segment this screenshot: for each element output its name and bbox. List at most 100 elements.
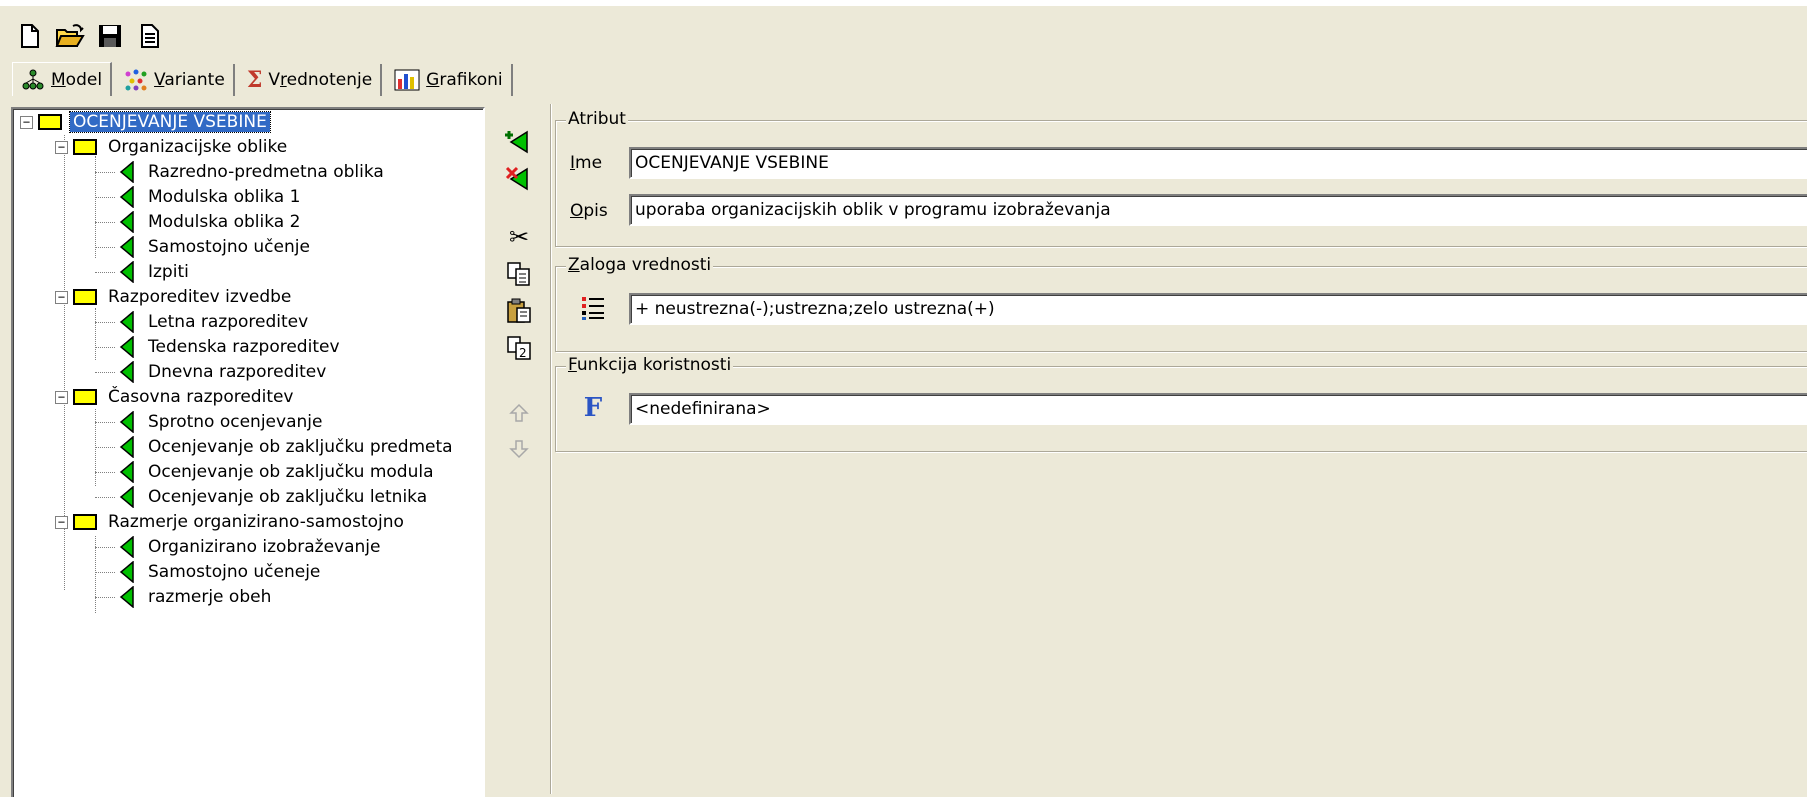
function-f-icon: F <box>583 393 603 423</box>
tree-group-label[interactable]: Razporeditev izvedbe <box>105 287 294 307</box>
tab-vrednotenje-label-b: ednotenje <box>286 70 373 90</box>
tab-variante[interactable]: Variante <box>116 64 235 96</box>
paste-button[interactable] <box>497 294 541 328</box>
window-top-edge <box>0 0 1807 6</box>
cut-icon: ✂ <box>508 223 530 251</box>
tree-leaf[interactable]: Ocenjevanje ob zaključku predmeta <box>95 434 456 460</box>
tree-leaf-label[interactable]: Ocenjevanje ob zaključku modula <box>145 462 437 482</box>
tree-leaf-label[interactable]: razmerje obeh <box>145 587 274 607</box>
green-triangle-icon <box>119 161 134 183</box>
paste-special-button[interactable]: 2 <box>497 331 541 365</box>
model-tree-icon <box>22 69 44 89</box>
tree-leaf[interactable]: Izpiti <box>95 259 192 285</box>
tree-leaf-label[interactable]: Tedenska razporeditev <box>145 337 343 357</box>
green-triangle-icon <box>119 311 134 333</box>
opis-field[interactable] <box>629 194 1807 226</box>
tab-vrednotenje-mnemonic: r <box>280 70 287 90</box>
tree-leaf[interactable]: Razredno-predmetna oblika <box>95 159 387 185</box>
tree-leaf[interactable]: Ocenjevanje ob zaključku modula <box>95 459 437 485</box>
green-triangle-icon <box>119 461 134 483</box>
tree-leaf-label[interactable]: Dnevna razporeditev <box>145 362 329 382</box>
tree-root[interactable]: − OCENJEVANJE VSEBINE <box>20 109 271 135</box>
tree-group[interactable]: − Razporeditev izvedbe <box>55 284 294 310</box>
zaloga-vrednosti-group: Zaloga vrednosti <box>555 255 1807 352</box>
tree-group[interactable]: − Časovna razporeditev <box>55 384 297 410</box>
delete-attribute-icon <box>505 166 528 191</box>
value-list-icon <box>582 297 604 320</box>
tree-leaf-label[interactable]: Sprotno ocenjevanje <box>145 412 325 432</box>
save-button[interactable] <box>94 20 126 52</box>
open-folder-button[interactable] <box>54 20 86 52</box>
tree-leaf[interactable]: Sprotno ocenjevanje <box>95 409 325 435</box>
copy-icon <box>507 262 530 286</box>
tab-grafikoni[interactable]: Grafikoni <box>386 64 513 96</box>
tree-leaf-label[interactable]: Organizirano izobraževanje <box>145 537 383 557</box>
panel-divider <box>550 104 552 794</box>
move-down-icon <box>509 440 529 459</box>
tree-leaf-label[interactable]: Modulska oblika 1 <box>145 187 303 207</box>
tree-leaf-label[interactable]: Izpiti <box>145 262 192 282</box>
tab-model-mnemonic: M <box>51 69 66 90</box>
properties-button[interactable] <box>134 20 166 52</box>
tab-model[interactable]: Model <box>12 62 113 96</box>
tree-leaf-label[interactable]: Samostojno učenje <box>145 237 313 257</box>
delete-attribute-button[interactable] <box>497 162 541 196</box>
atribut-group-title: Atribut <box>566 109 628 129</box>
function-button[interactable]: F <box>578 393 608 423</box>
tab-grafikoni-mnemonic: G <box>426 70 440 90</box>
tab-vrednotenje[interactable]: Σ Vrednotenje <box>238 64 383 96</box>
opis-label: Opis <box>570 201 608 221</box>
green-triangle-icon <box>119 361 134 383</box>
tree-leaf[interactable]: Modulska oblika 2 <box>95 209 303 235</box>
green-triangle-icon <box>119 336 134 358</box>
variants-dots-icon <box>125 69 147 91</box>
tree-leaf[interactable]: Dnevna razporeditev <box>95 359 329 385</box>
tree-leaf[interactable]: Modulska oblika 1 <box>95 184 303 210</box>
ime-field[interactable] <box>629 147 1807 179</box>
tree-group[interactable]: − Razmerje organizirano-samostojno <box>55 509 407 535</box>
collapse-icon[interactable]: − <box>55 515 68 529</box>
tree-leaf[interactable]: Ocenjevanje ob zaključku letnika <box>95 484 430 510</box>
collapse-icon[interactable]: − <box>55 390 68 404</box>
tree-tools: ✂ 2 <box>497 110 547 790</box>
collapse-icon[interactable]: − <box>55 290 68 304</box>
add-attribute-button[interactable] <box>497 125 541 159</box>
tree-group[interactable]: − Organizacijske oblike <box>55 134 290 160</box>
tab-variante-mnemonic: V <box>154 70 165 90</box>
tree-leaf-label[interactable]: Samostojno učeneje <box>145 562 323 582</box>
copy-button[interactable] <box>497 257 541 291</box>
folder-icon <box>73 514 97 530</box>
tree-leaf[interactable]: Tedenska razporeditev <box>95 334 343 360</box>
new-file-icon <box>21 24 39 48</box>
move-down-button[interactable] <box>497 432 541 466</box>
green-triangle-icon <box>119 186 134 208</box>
model-tree[interactable]: − OCENJEVANJE VSEBINE − Organizacijske o… <box>11 107 485 797</box>
open-folder-icon <box>55 24 85 47</box>
move-up-button[interactable] <box>497 396 541 430</box>
tree-root-label[interactable]: OCENJEVANJE VSEBINE <box>69 111 271 133</box>
cut-button[interactable]: ✂ <box>497 220 541 254</box>
main-tabs: Model Variante Σ Vrednotenje Grafikoni <box>12 62 517 98</box>
tree-leaf[interactable]: Letna razporeditev <box>95 309 311 335</box>
floppy-disk-icon <box>99 25 121 47</box>
tree-leaf-label[interactable]: Modulska oblika 2 <box>145 212 303 232</box>
new-file-button[interactable] <box>14 20 46 52</box>
tree-group-label[interactable]: Razmerje organizirano-samostojno <box>105 512 407 532</box>
atribut-group: Atribut Ime Opis <box>555 109 1807 247</box>
tree-leaf-label[interactable]: Letna razporeditev <box>145 312 311 332</box>
tree-leaf[interactable]: Organizirano izobraževanje <box>95 534 383 560</box>
tree-leaf-label[interactable]: Ocenjevanje ob zaključku predmeta <box>145 437 456 457</box>
tree-leaf-label[interactable]: Razredno-predmetna oblika <box>145 162 387 182</box>
zaloga-vrednosti-field[interactable] <box>629 293 1807 325</box>
collapse-icon[interactable]: − <box>55 140 68 154</box>
tree-leaf[interactable]: Samostojno učeneje <box>95 559 323 585</box>
tree-group-label[interactable]: Organizacijske oblike <box>105 137 290 157</box>
funkcija-koristnosti-field[interactable] <box>629 393 1807 425</box>
tree-leaf[interactable]: Samostojno učenje <box>95 234 313 260</box>
tree-leaf[interactable]: razmerje obeh <box>95 584 274 610</box>
tree-group-label[interactable]: Časovna razporeditev <box>105 387 297 407</box>
value-list-button[interactable] <box>578 293 608 323</box>
tree-leaf-label[interactable]: Ocenjevanje ob zaključku letnika <box>145 487 430 507</box>
main-toolbar <box>14 20 166 54</box>
collapse-icon[interactable]: − <box>20 115 33 129</box>
